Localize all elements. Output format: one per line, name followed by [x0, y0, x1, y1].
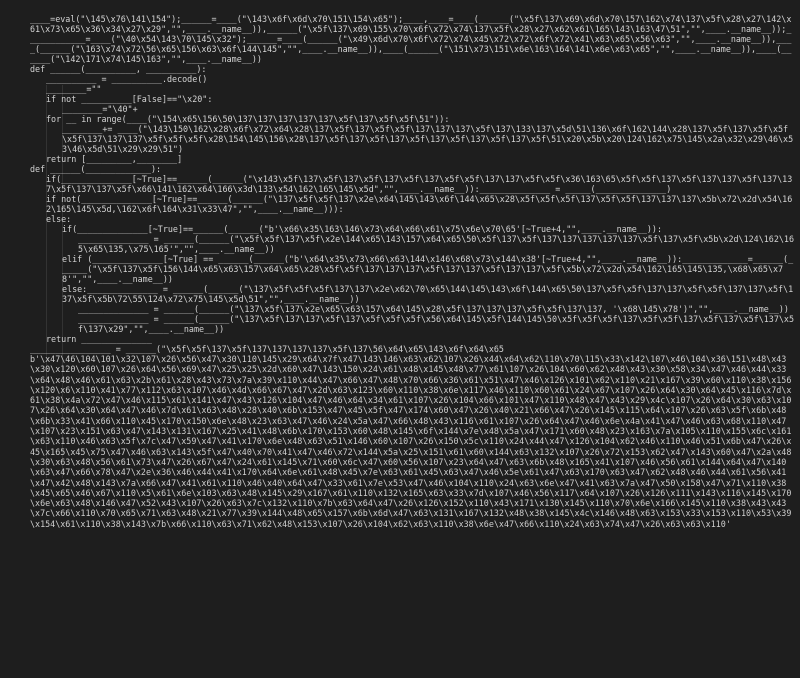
code-line[interactable]: 20______________ = ______(______("\137\x…	[30, 314, 796, 334]
code-line[interactable]: 14else:	[30, 214, 796, 224]
code-line[interactable]: 13if not(______________[~True]==______(_…	[30, 194, 796, 214]
code-line-text: def ______(_____________):	[30, 164, 162, 174]
code-area[interactable]: 12____=eval("\145\x76\141\154");______=_…	[30, 4, 796, 678]
code-line[interactable]: 2____=eval("\145\x76\141\154");______=__…	[30, 14, 796, 64]
code-line[interactable]: 10return [_________,________]	[30, 154, 796, 164]
code-line-text: ________=""	[46, 84, 102, 94]
code-line[interactable]: 16______________ = ______(______("\x5f\x…	[30, 234, 796, 254]
code-line[interactable]: 4__________ = __________.decode()	[30, 74, 796, 84]
code-line[interactable]: 6if not __________[False]=="\x20":	[30, 94, 796, 104]
code-line[interactable]: 3def ______(__________, __________):	[30, 64, 796, 74]
code-line-text: ________+= ____("\143\150\162\x28\x6f\x7…	[62, 124, 794, 154]
code-line-text: return ______________	[46, 334, 152, 344]
code-line-text: else:	[46, 214, 72, 224]
code-line-text: __________ = __________.decode()	[46, 74, 208, 84]
code-line-text: ______________ = ______(______("\x5f\x5f…	[78, 234, 794, 254]
code-line[interactable]: 7________="\40"+	[30, 104, 796, 114]
code-line-text: return [_________,________]	[46, 154, 183, 164]
code-line[interactable]: 18else:______________ = ______(______("\…	[30, 284, 796, 304]
code-line-text: ______________ = ______(______("\137\x5f…	[78, 304, 789, 314]
encoded-bytes-literal: b'\x47\46\104\101\x32\107\x26\x56\x47\x3…	[30, 354, 792, 529]
code-line[interactable]: 15if(______________[~True]==______(_____…	[30, 224, 796, 234]
code-line[interactable]: 5________=""	[30, 84, 796, 94]
code-line[interactable]: 9________+= ____("\143\150\162\x28\x6f\x…	[30, 124, 796, 154]
code-line[interactable]: 17elif (______________[~True] == ______(…	[30, 254, 796, 284]
code-line-text: def ______(__________, __________):	[30, 64, 207, 74]
line-number-gutter	[0, 0, 24, 678]
code-line-text: ________="\40"+	[62, 104, 138, 114]
code-line[interactable]: 1	[30, 4, 796, 14]
code-line[interactable]: 19______________ = ______(______("\137\x…	[30, 304, 796, 314]
code-line[interactable]: 12if(______________[~True]==______(_____…	[30, 174, 796, 194]
code-line-text: ______________ = ______(______("\137\x5f…	[78, 314, 794, 334]
code-line-text: ________________ = ______("\x5f\x5f\137\…	[30, 344, 504, 354]
code-line-text: ____=eval("\145\x76\141\154");______=___…	[30, 14, 792, 64]
code-line-text: elif (______________[~True] == ______(__…	[62, 254, 794, 284]
code-line-text: if(______________[~True]==______(______(…	[62, 224, 663, 234]
code-line-text: if not(______________[~True]==______(___…	[46, 194, 793, 214]
code-line-text: if not __________[False]=="\x20":	[46, 94, 213, 104]
code-line-text: if(______________[~True]==______(______(…	[46, 174, 793, 194]
code-line-text: else:______________ = ______(______("\13…	[62, 284, 794, 304]
code-editor[interactable]: 12____=eval("\145\x76\141\154");______=_…	[0, 0, 800, 678]
code-line[interactable]: 21💡________________ = ______("\x5f\x5f\1…	[30, 344, 796, 354]
code-line[interactable]: 8for __ in range(____("\154\x65\156\50\1…	[30, 114, 796, 124]
code-line[interactable]: return ______________	[30, 334, 796, 344]
code-line[interactable]: 11def ______(_____________):	[30, 164, 796, 174]
code-line-text: for __ in range(____("\154\x65\156\50\13…	[46, 114, 450, 124]
